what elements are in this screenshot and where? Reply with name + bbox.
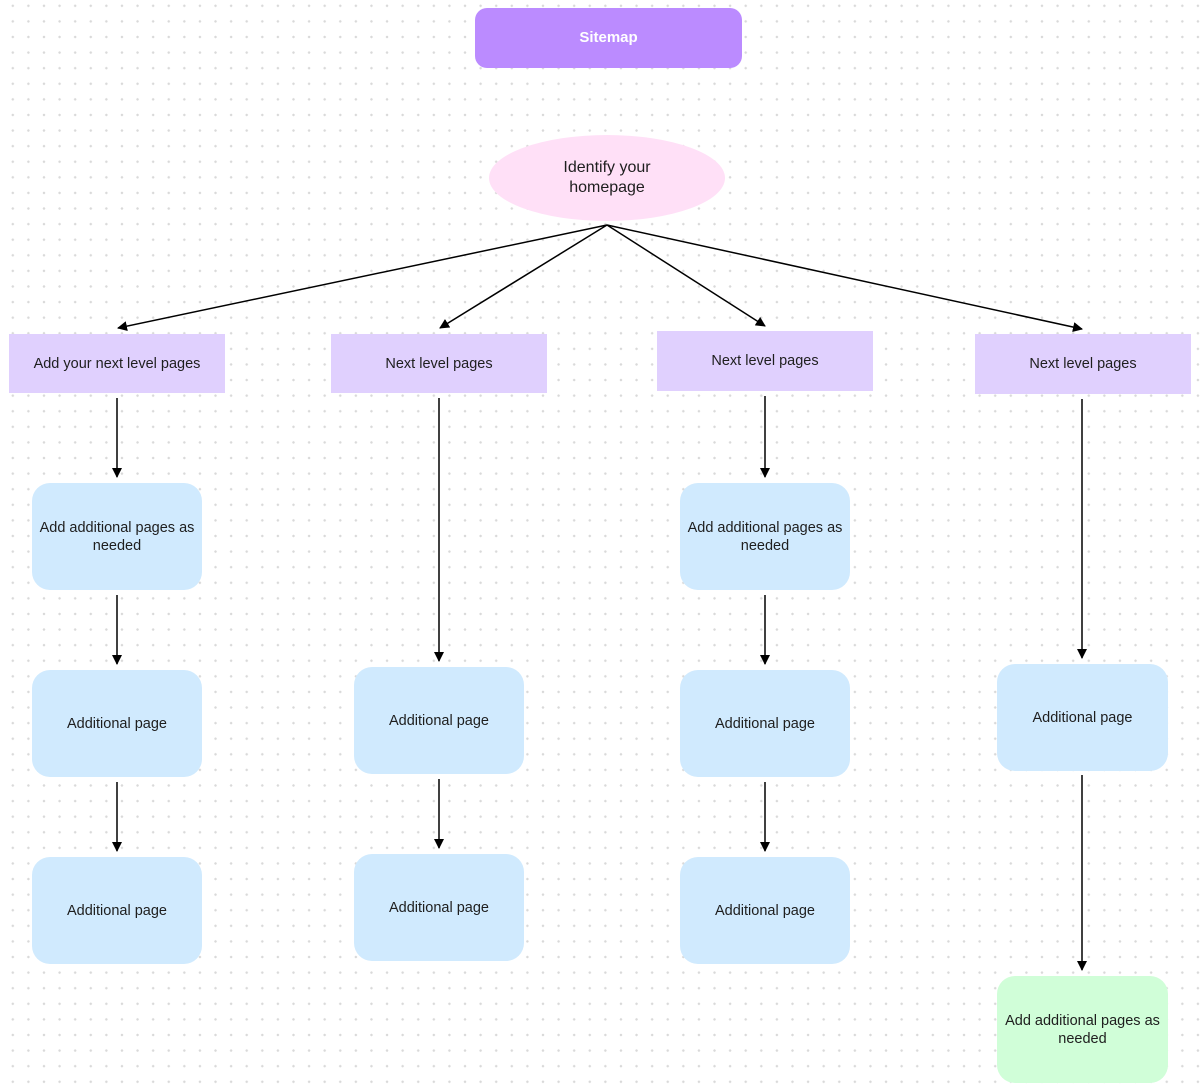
level-node-col4[interactable]: Next level pages: [975, 334, 1191, 394]
page-node-col2-1[interactable]: Additional page: [354, 667, 524, 774]
page-node-col3-2[interactable]: Additional page: [680, 670, 850, 777]
page-node-col4-2[interactable]: Add additional pages as needed: [997, 976, 1168, 1083]
edge-home-to-col3: [606, 224, 766, 327]
sitemap-title[interactable]: Sitemap: [475, 8, 742, 68]
edge-home-to-col2: [439, 224, 608, 329]
page-node-col1-1[interactable]: Add additional pages as needed: [32, 483, 202, 590]
page-node-col4-1[interactable]: Additional page: [997, 664, 1168, 771]
homepage-node[interactable]: Identify your homepage: [489, 135, 725, 221]
edge-home-to-col4: [606, 224, 1083, 332]
page-node-col1-3[interactable]: Additional page: [32, 857, 202, 964]
edge-home-to-col1: [117, 224, 608, 332]
page-node-col2-2[interactable]: Additional page: [354, 854, 524, 961]
level-node-col2[interactable]: Next level pages: [331, 334, 547, 393]
page-node-col3-3[interactable]: Additional page: [680, 857, 850, 964]
page-node-col1-2[interactable]: Additional page: [32, 670, 202, 777]
level-node-col3[interactable]: Next level pages: [657, 331, 873, 391]
level-node-col1[interactable]: Add your next level pages: [9, 334, 225, 393]
page-node-col3-1[interactable]: Add additional pages as needed: [680, 483, 850, 590]
